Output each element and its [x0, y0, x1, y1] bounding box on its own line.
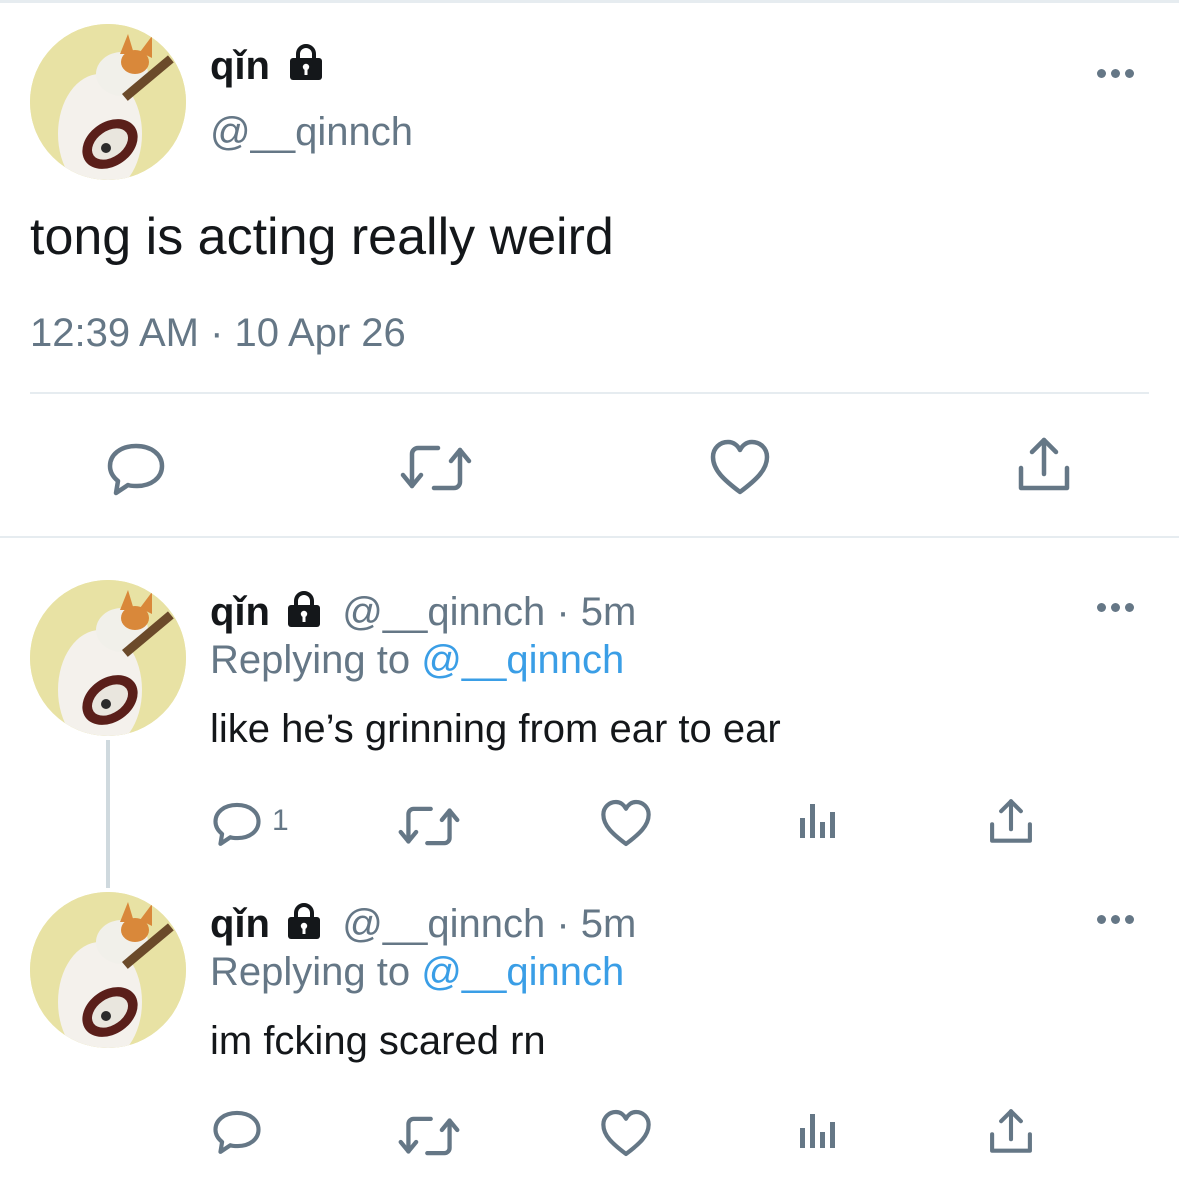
display-name[interactable]: qǐn — [210, 902, 270, 946]
like-heart-icon[interactable] — [709, 438, 771, 496]
handle[interactable]: @__qinnch — [210, 108, 413, 156]
more-options-ellipsis-icon[interactable] — [1097, 915, 1134, 924]
retweet-icon[interactable] — [398, 1112, 460, 1160]
display-name[interactable]: qǐn — [210, 590, 270, 634]
divider — [30, 392, 1149, 394]
share-icon[interactable] — [988, 1106, 1034, 1156]
avatar[interactable] — [30, 24, 186, 180]
handle-and-time[interactable]: @__qinnch · 5m — [342, 902, 636, 946]
section-divider — [0, 536, 1179, 538]
replying-to: Replying to @__qinnch — [210, 636, 624, 684]
retweet-icon[interactable] — [400, 440, 472, 496]
cat-guitar-avatar-image — [30, 580, 186, 736]
reply-count: 1 — [272, 804, 289, 837]
tweet-text: tong is acting really weird — [30, 208, 614, 266]
like-heart-icon[interactable] — [600, 1108, 652, 1158]
reply-text: like he’s grinning from ear to ear — [210, 707, 781, 751]
more-options-ellipsis-icon[interactable] — [1097, 603, 1134, 612]
reply-header: qǐn @__qinnch · 5m — [210, 900, 636, 951]
thread-connector-line — [106, 740, 110, 888]
replying-to-label: Replying to — [210, 950, 411, 994]
more-options-ellipsis-icon[interactable] — [1097, 69, 1134, 78]
retweet-icon[interactable] — [398, 802, 460, 850]
cat-guitar-avatar-image — [30, 892, 186, 1048]
analytics-bar-chart-icon[interactable] — [798, 800, 838, 840]
handle-and-time[interactable]: @__qinnch · 5m — [342, 590, 636, 634]
share-icon[interactable] — [988, 796, 1034, 846]
analytics-bar-chart-icon[interactable] — [798, 1110, 838, 1150]
avatar[interactable] — [30, 580, 186, 736]
reply-icon[interactable] — [106, 438, 166, 498]
reply-header: qǐn @__qinnch · 5m — [210, 588, 636, 639]
share-icon[interactable] — [1016, 434, 1072, 494]
replying-to-handle-link[interactable]: @__qinnch — [421, 638, 624, 682]
reply-icon[interactable] — [212, 800, 262, 848]
reply-text: im fcking scared rn — [210, 1019, 546, 1063]
padlock-icon — [285, 902, 323, 951]
like-heart-icon[interactable] — [600, 798, 652, 848]
replying-to: Replying to @__qinnch — [210, 948, 624, 996]
reply-icon[interactable] — [212, 1108, 262, 1156]
replying-to-handle-link[interactable]: @__qinnch — [421, 950, 624, 994]
avatar[interactable] — [30, 892, 186, 1048]
top-border — [0, 0, 1179, 3]
tweet-timestamp[interactable]: 12:39 AM · 10 Apr 26 — [30, 308, 406, 358]
padlock-icon — [285, 590, 323, 639]
display-name[interactable]: qǐn — [210, 44, 270, 88]
padlock-icon — [287, 42, 325, 94]
replying-to-label: Replying to — [210, 638, 411, 682]
cat-guitar-avatar-image — [30, 24, 186, 180]
author-name-row: qǐn — [210, 40, 325, 94]
